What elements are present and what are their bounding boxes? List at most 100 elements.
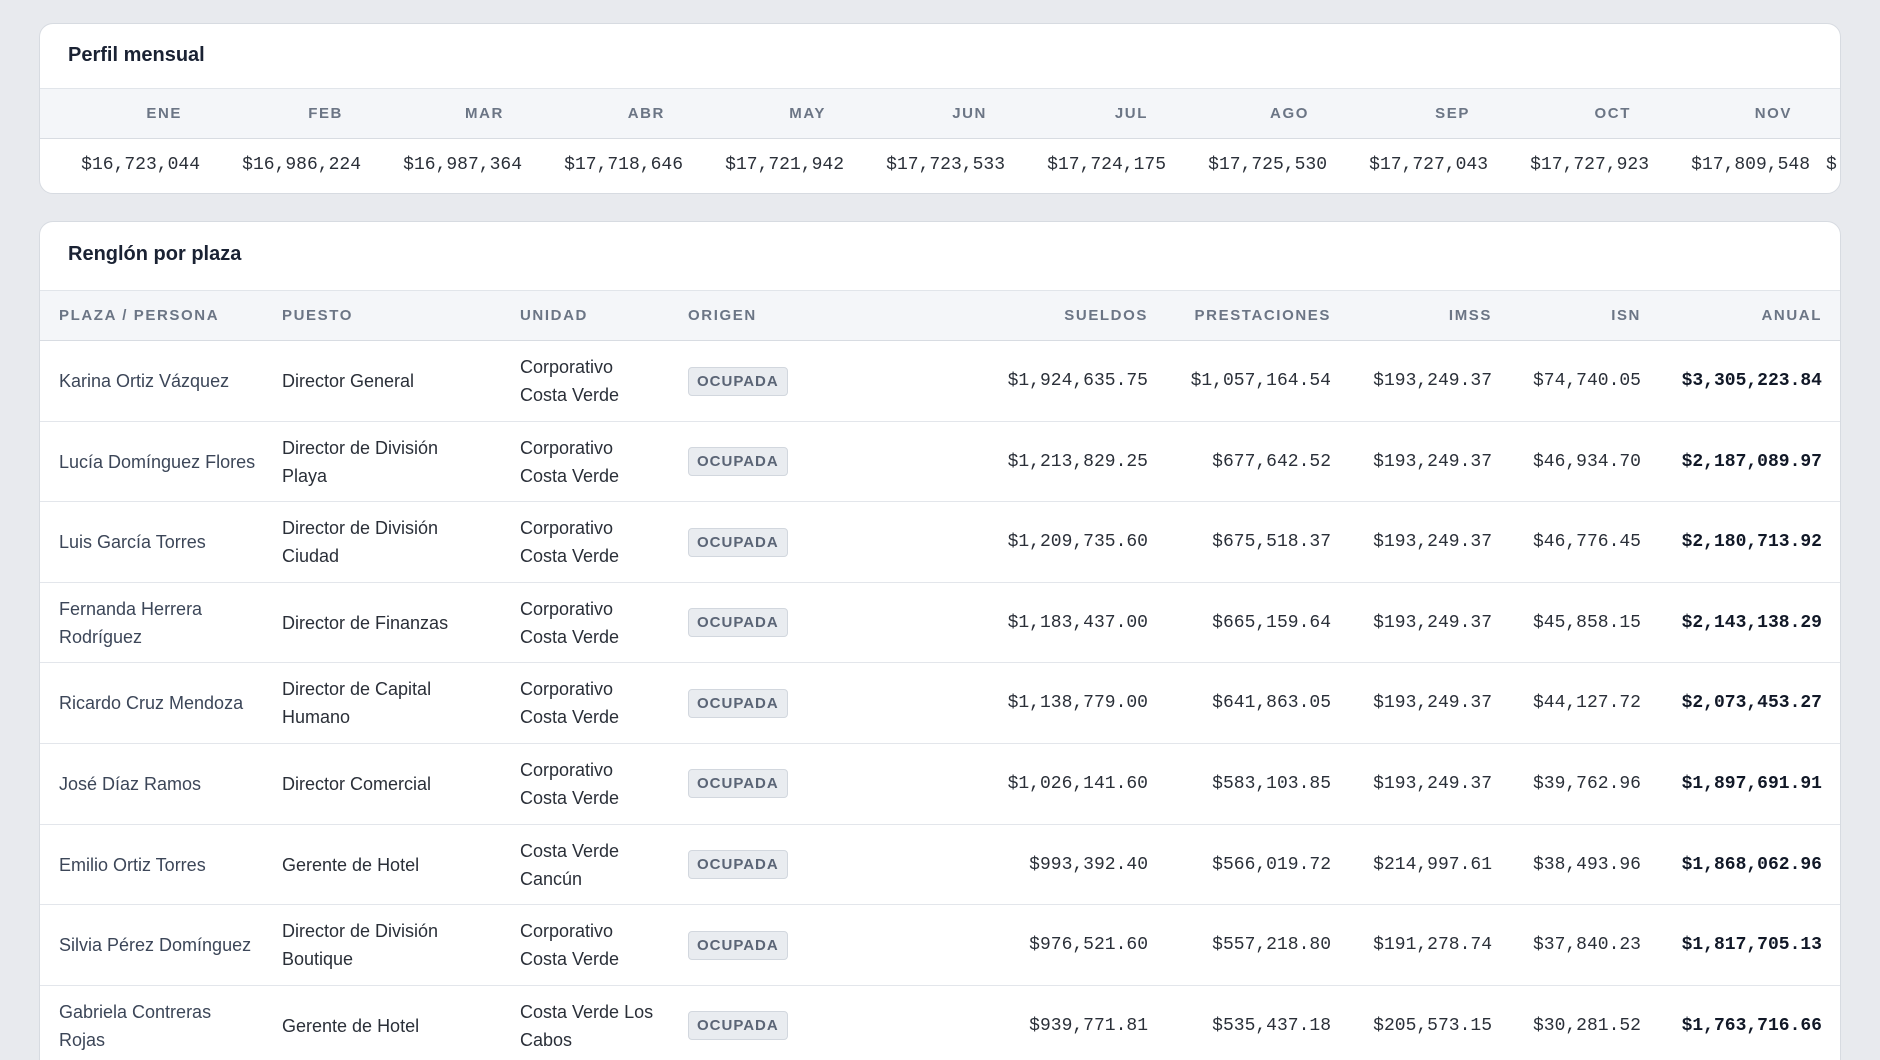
month-value-ago: $17,725,530 [1208, 155, 1327, 175]
cell-sueldos-text: $1,924,635.75 [1007, 371, 1148, 391]
cell-sueldos-text: $1,138,779.00 [1007, 693, 1148, 714]
table-row[interactable]: Ricardo Cruz Mendoza Director de Capital … [40, 663, 1840, 744]
cell-prestaciones: $677,642.52 [1151, 422, 1331, 502]
cell-anual: $2,180,713.92 [1642, 502, 1822, 582]
cell-puesto-text: Director de División Boutique [282, 921, 439, 970]
cell-imss-text: $214,997.61 [1373, 854, 1492, 875]
month-header-jun: JUN [952, 105, 987, 122]
cell-origen: OCUPADA [688, 986, 828, 1060]
cell-persona: José Díaz Ramos [59, 744, 259, 824]
cell-isn-text: $46,934.70 [1532, 451, 1641, 472]
cell-imss: $193,249.37 [1332, 341, 1492, 421]
cell-puesto-text: Director de División Ciudad [282, 518, 439, 567]
cell-unidad: Corporativo Costa Verde [520, 905, 660, 985]
table-row[interactable]: Gabriela Contreras Rojas Gerente de Hotel… [40, 986, 1840, 1060]
cell-isn: $46,776.45 [1501, 502, 1641, 582]
column-header-persona[interactable]: PLAZA / PERSONA [59, 291, 219, 340]
cell-prestaciones: $535,437.18 [1151, 986, 1331, 1060]
cell-unidad: Corporativo Costa Verde [520, 422, 660, 502]
monthly-profile-card: Perfil mensual ENE FEB MAR ABR MAY JUN JUL AGO S… [39, 23, 1841, 194]
month-value-feb: $16,986,224 [242, 155, 361, 175]
cell-prestaciones-text: $641,863.05 [1212, 693, 1331, 714]
cell-imss-text: $193,249.37 [1373, 693, 1492, 714]
cell-unidad-text: Corporativo Costa Verde [520, 679, 620, 728]
cell-puesto-text: Director General [282, 371, 415, 391]
cell-isn-text: $38,493.96 [1532, 854, 1641, 875]
cell-prestaciones: $1,057,164.54 [1151, 341, 1331, 421]
cell-origen: OCUPADA [688, 422, 828, 502]
column-header-isn[interactable]: ISN [1611, 291, 1641, 340]
cell-prestaciones-text: $677,642.52 [1212, 451, 1331, 472]
cell-anual: $1,817,705.13 [1642, 905, 1822, 985]
cell-imss: $193,249.37 [1332, 583, 1492, 663]
cell-puesto-text: Director Comercial [282, 773, 432, 794]
column-header-prestaciones[interactable]: PRESTACIONES [1195, 291, 1331, 340]
monthly-profile-title: Perfil mensual [40, 24, 1840, 89]
month-value-sep: $17,727,043 [1369, 155, 1488, 175]
month-value-may: $17,721,942 [725, 155, 844, 175]
cell-prestaciones-text: $1,057,164.54 [1190, 371, 1331, 391]
status-badge: OCUPADA [688, 688, 788, 718]
cell-prestaciones: $665,159.64 [1151, 583, 1331, 663]
cell-sueldos-text: $1,209,735.60 [1007, 532, 1148, 553]
column-header-origen[interactable]: ORIGEN [688, 291, 757, 340]
cell-puesto: Director Comercial [282, 744, 482, 824]
status-badge: OCUPADA [688, 850, 788, 880]
cell-sueldos: $976,521.60 [968, 905, 1148, 985]
cell-puesto: Gerente de Hotel [282, 825, 482, 905]
month-value-jul: $17,724,175 [1047, 155, 1166, 175]
cell-isn: $39,762.96 [1501, 744, 1641, 824]
cell-persona-text: Ricardo Cruz Mendoza [59, 693, 244, 714]
cell-sueldos-text: $1,026,141.60 [1007, 773, 1148, 794]
table-row[interactable]: Silvia Pérez Domínguez Director de Divisi… [40, 905, 1840, 986]
table-row[interactable]: Lucía Domínguez Flores Director de Divisi… [40, 422, 1840, 503]
status-badge: OCUPADA [688, 366, 788, 396]
cell-isn: $37,840.23 [1501, 905, 1641, 985]
cell-isn-text: $46,776.45 [1532, 532, 1641, 553]
cell-unidad-text: Corporativo Costa Verde [520, 759, 620, 808]
month-header-ago: AGO [1270, 105, 1309, 122]
cell-sueldos: $993,392.40 [968, 825, 1148, 905]
table-row[interactable]: Luis García Torres Director de División C… [40, 502, 1840, 583]
cell-puesto-text: Gerente de Hotel [282, 1015, 420, 1036]
cell-unidad-text: Corporativo Costa Verde [520, 518, 620, 567]
cell-origen: OCUPADA [688, 502, 828, 582]
cell-unidad-text: Corporativo Costa Verde [520, 921, 620, 970]
column-header-imss[interactable]: IMSS [1449, 291, 1492, 340]
cell-anual-text: $3,305,223.84 [1681, 371, 1822, 391]
cell-imss-text: $193,249.37 [1373, 532, 1492, 553]
cell-isn-text: $30,281.52 [1532, 1015, 1641, 1036]
cell-prestaciones: $566,019.72 [1151, 825, 1331, 905]
cell-isn-text: $45,858.15 [1532, 612, 1641, 633]
cell-persona: Lucía Domínguez Flores [59, 422, 259, 502]
cell-isn: $46,934.70 [1501, 422, 1641, 502]
table-row[interactable]: José Díaz Ramos Director Comercial Corpora… [40, 744, 1840, 825]
cell-anual: $2,143,138.29 [1642, 583, 1822, 663]
cell-sueldos-text: $1,183,437.00 [1007, 612, 1148, 633]
cell-isn-text: $74,740.05 [1532, 371, 1641, 391]
month-value-nov: $17,809,548 [1691, 155, 1810, 175]
cell-anual: $1,763,716.66 [1642, 986, 1822, 1060]
column-header-puesto[interactable]: PUESTO [282, 291, 353, 340]
cell-unidad-text: Corporativo Costa Verde [520, 437, 620, 486]
cell-imss-text: $191,278.74 [1373, 935, 1492, 956]
column-header-sueldos[interactable]: SUELDOS [1064, 291, 1148, 340]
column-header-anual[interactable]: ANUAL [1762, 291, 1823, 340]
column-header-unidad[interactable]: UNIDAD [520, 291, 588, 340]
status-badge: OCUPADA [688, 527, 788, 557]
table-row[interactable]: Karina Ortiz Vázquez Director General Corp… [40, 341, 1840, 422]
cell-prestaciones-text: $566,019.72 [1212, 854, 1331, 875]
cell-prestaciones-text: $535,437.18 [1212, 1015, 1331, 1036]
cell-unidad: Corporativo Costa Verde [520, 583, 660, 663]
table-row[interactable]: Fernanda Herrera Rodríguez Director de Fi… [40, 583, 1840, 664]
cell-origen: OCUPADA [688, 663, 828, 743]
cell-persona: Emilio Ortiz Torres [59, 825, 259, 905]
cell-anual-text: $2,187,089.97 [1681, 451, 1822, 472]
status-badge: OCUPADA [688, 769, 788, 799]
cell-anual-text: $1,868,062.96 [1681, 854, 1822, 875]
cell-puesto: Director de Finanzas [282, 583, 482, 663]
cell-unidad-text: Corporativo Costa Verde [520, 598, 620, 647]
cell-sueldos-text: $939,771.81 [1029, 1015, 1148, 1036]
table-row[interactable]: Emilio Ortiz Torres Gerente de Hotel Costa… [40, 825, 1840, 906]
cell-prestaciones: $557,218.80 [1151, 905, 1331, 985]
